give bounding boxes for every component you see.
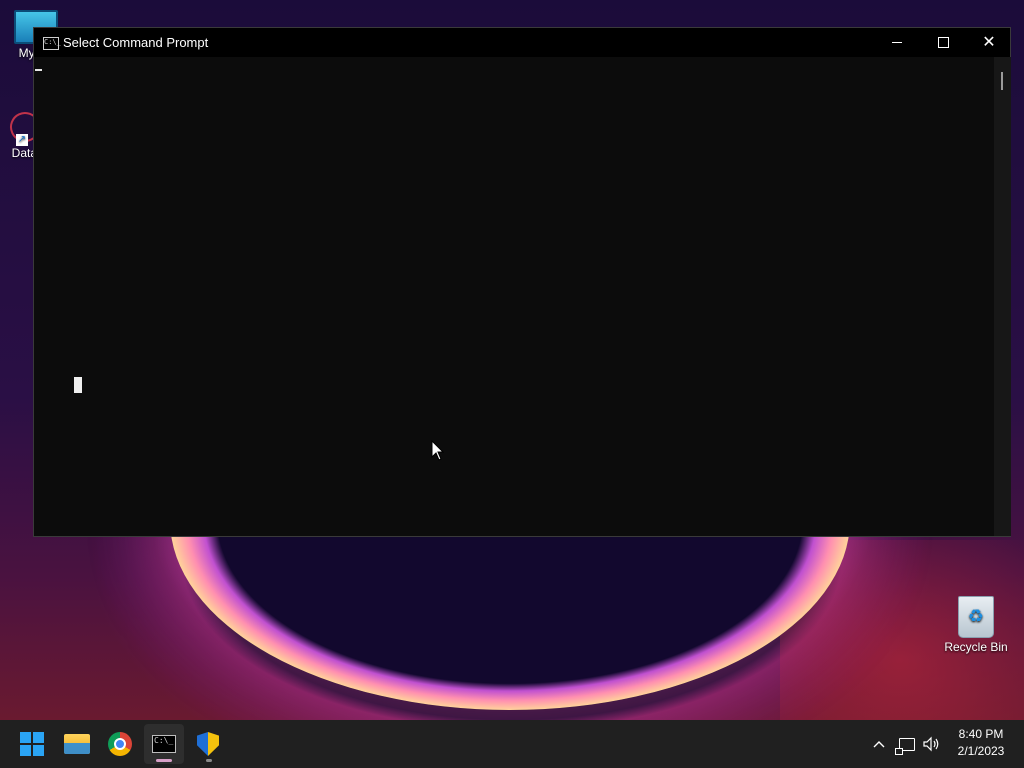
running-indicator	[206, 759, 212, 762]
volume-button[interactable]	[920, 720, 942, 768]
taskbar-file-explorer[interactable]	[57, 724, 97, 764]
clock-date: 2/1/2023	[957, 744, 1005, 758]
desktop-icon-recycle-bin[interactable]: ♻ Recycle Bin	[940, 596, 1012, 654]
command-prompt-window[interactable]: C:\_ Select Command Prompt ✕	[33, 27, 1011, 537]
shortcut-arrow-icon: ↗	[16, 134, 28, 146]
maximize-icon	[937, 37, 949, 48]
taskbar: C:\_ 8:40 PM 2/1/2023	[0, 720, 1024, 768]
maximize-button[interactable]	[920, 28, 966, 57]
recycle-bin-icon: ♻	[958, 596, 994, 638]
command-prompt-icon: C:\_	[152, 735, 176, 753]
file-explorer-icon	[64, 734, 90, 754]
start-button[interactable]	[12, 724, 52, 764]
close-button[interactable]: ✕	[966, 28, 1012, 57]
minimize-button[interactable]	[874, 28, 920, 57]
text-cursor	[74, 377, 82, 393]
vertical-scrollbar[interactable]	[994, 57, 1011, 536]
windows-start-icon	[20, 732, 44, 756]
selection-cursor	[35, 69, 42, 71]
window-title: Select Command Prompt	[63, 35, 209, 50]
scrollbar-thumb[interactable]	[1001, 72, 1003, 90]
window-titlebar[interactable]: C:\_ Select Command Prompt ✕	[34, 28, 1010, 57]
active-window-indicator	[156, 759, 172, 762]
mouse-pointer-icon	[431, 440, 445, 461]
clock-time: 8:40 PM	[958, 727, 1004, 741]
security-shield-icon	[197, 732, 219, 756]
close-icon: ✕	[982, 33, 996, 51]
taskbar-command-prompt[interactable]: C:\_	[144, 724, 184, 764]
network-button[interactable]	[895, 720, 918, 768]
command-prompt-icon: C:\_	[43, 37, 61, 50]
system-clock[interactable]: 8:40 PM 2/1/2023	[948, 726, 1014, 760]
minimize-icon	[892, 42, 902, 43]
chrome-icon	[108, 732, 132, 756]
taskbar-security[interactable]	[188, 724, 228, 764]
desktop-icon-label: Recycle Bin	[944, 640, 1008, 654]
chevron-up-icon	[873, 741, 885, 748]
taskbar-chrome[interactable]	[100, 724, 140, 764]
network-icon	[895, 737, 915, 755]
volume-icon	[923, 736, 939, 752]
console-output-area[interactable]	[34, 57, 994, 536]
show-hidden-icons-button[interactable]	[868, 720, 890, 768]
